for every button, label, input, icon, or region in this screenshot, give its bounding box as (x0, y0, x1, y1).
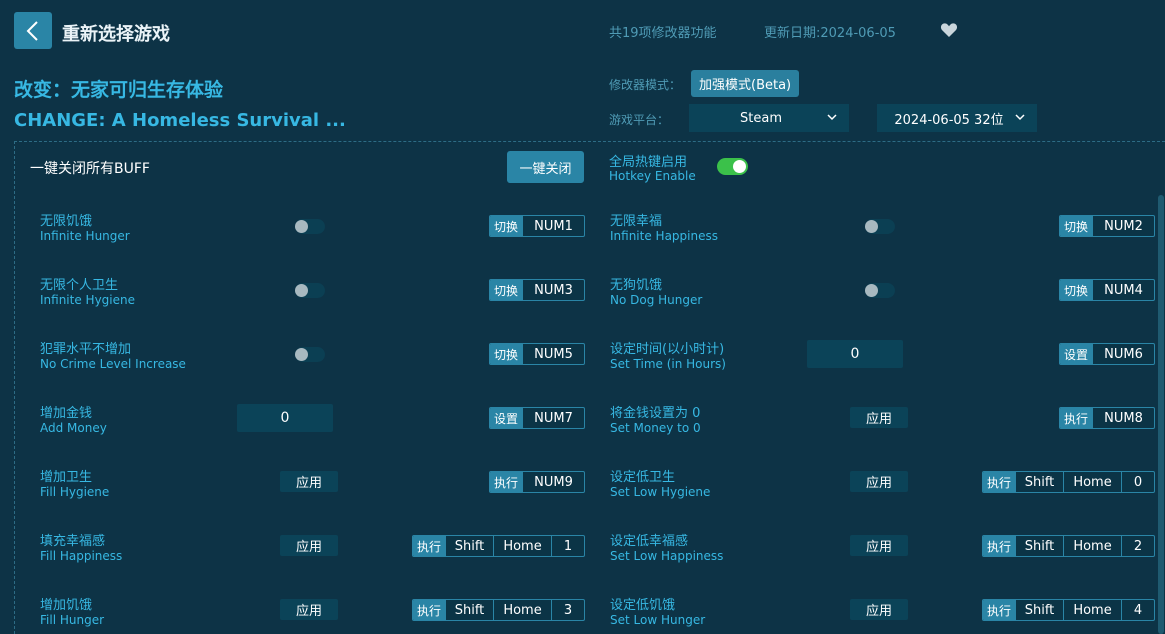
chevron-left-icon (26, 20, 38, 41)
hotkey-enable-label-cn: 全局热键启用 (609, 155, 688, 170)
hotkey-add-money[interactable]: 设置 NUM7 (489, 407, 585, 429)
no-crime-toggle[interactable] (295, 347, 325, 362)
feature-count: 共19项修改器功能 (609, 26, 717, 41)
feature-label-en: Set Money to 0 (610, 421, 701, 435)
infinite-hunger-toggle[interactable] (295, 219, 325, 234)
feature-label-en: No Crime Level Increase (40, 357, 186, 371)
hotkey-set-low-happiness[interactable]: 执行 Shift Home 2 (982, 535, 1155, 557)
page-title: 重新选择游戏 (62, 24, 170, 45)
features-panel (14, 141, 1165, 634)
set-time-input[interactable]: 0 (807, 340, 903, 368)
feature-label-cn: 无限幸福 (610, 214, 663, 229)
platform-value: Steam (740, 110, 782, 126)
feature-label-cn: 无狗饥饿 (610, 278, 663, 293)
scrollbar[interactable] (1158, 195, 1164, 634)
feature-label-en: Add Money (40, 421, 107, 435)
chevron-down-icon (1015, 114, 1025, 121)
disable-all-button[interactable]: 一键关闭 (507, 151, 584, 183)
platform-label: 游戏平台： (609, 113, 670, 127)
hotkey-no-crime[interactable]: 切换 NUM5 (489, 343, 585, 365)
version-select[interactable]: 2024-06-05 32位 (877, 104, 1037, 132)
feature-label-cn: 增加金钱 (40, 406, 93, 421)
add-money-input[interactable]: 0 (237, 404, 333, 432)
feature-label-en: Fill Happiness (40, 549, 123, 563)
hotkey-set-time[interactable]: 设置 NUM6 (1059, 343, 1155, 365)
feature-label-en: Infinite Happiness (610, 229, 718, 243)
hotkey-no-dog-hunger[interactable]: 切换 NUM4 (1059, 279, 1155, 301)
set-low-hunger-apply-button[interactable]: 应用 (850, 599, 908, 620)
set-low-happiness-apply-button[interactable]: 应用 (850, 535, 908, 556)
feature-label-en: Infinite Hygiene (40, 293, 135, 307)
infinite-hygiene-toggle[interactable] (295, 283, 325, 298)
set-low-hygiene-apply-button[interactable]: 应用 (850, 471, 908, 492)
feature-label-en: Set Low Happiness (610, 549, 724, 563)
hotkey-infinite-hygiene[interactable]: 切换 NUM3 (489, 279, 585, 301)
heart-icon[interactable] (940, 21, 958, 39)
feature-label-cn: 增加卫生 (40, 470, 93, 485)
hotkey-set-low-hygiene[interactable]: 执行 Shift Home 0 (982, 471, 1155, 493)
hotkey-infinite-hunger[interactable]: 切换 NUM1 (489, 215, 585, 237)
feature-label-cn: 无限饥饿 (40, 214, 93, 229)
feature-label-cn: 增加饥饿 (40, 598, 93, 613)
feature-label-en: Infinite Hunger (40, 229, 130, 243)
mode-badge[interactable]: 加强模式(Beta) (691, 70, 800, 97)
set-money-zero-apply-button[interactable]: 应用 (850, 407, 908, 428)
back-button[interactable] (14, 12, 52, 49)
feature-label-cn: 设定低卫生 (610, 470, 676, 485)
version-value: 2024-06-05 32位 (894, 112, 1004, 128)
feature-label-en: Fill Hunger (40, 613, 105, 627)
feature-label-cn: 无限个人卫生 (40, 278, 119, 293)
hotkey-set-money-zero[interactable]: 执行 NUM8 (1059, 407, 1155, 429)
feature-label-en: Set Low Hunger (610, 613, 706, 627)
hotkey-set-low-hunger[interactable]: 执行 Shift Home 4 (982, 599, 1155, 621)
no-dog-hunger-toggle[interactable] (865, 283, 895, 298)
game-title-en: CHANGE: A Homeless Survival ... (14, 110, 346, 131)
disable-all-label: 一键关闭所有BUFF (30, 161, 150, 177)
hotkey-enable-toggle[interactable] (717, 158, 748, 175)
hotkey-fill-happiness[interactable]: 执行 Shift Home 1 (412, 535, 585, 557)
update-date: 更新日期:2024-06-05 (764, 26, 896, 41)
feature-label-cn: 犯罪水平不增加 (40, 342, 132, 357)
chevron-down-icon (827, 114, 837, 121)
fill-hunger-apply-button[interactable]: 应用 (280, 599, 338, 620)
feature-label-en: Fill Hygiene (40, 485, 110, 499)
hotkey-enable-label-en: Hotkey Enable (609, 169, 696, 183)
feature-label-en: Set Time (in Hours) (610, 357, 726, 371)
feature-label-cn: 将金钱设置为 0 (610, 406, 701, 421)
feature-label-cn: 设定时间(以小时计) (610, 342, 725, 357)
feature-label-en: No Dog Hunger (610, 293, 703, 307)
fill-happiness-apply-button[interactable]: 应用 (280, 535, 338, 556)
fill-hygiene-apply-button[interactable]: 应用 (280, 471, 338, 492)
mode-label: 修改器模式： (609, 78, 682, 92)
hotkey-fill-hygiene[interactable]: 执行 NUM9 (489, 471, 585, 493)
feature-label-en: Set Low Hygiene (610, 485, 711, 499)
feature-label-cn: 填充幸福感 (40, 534, 106, 549)
infinite-happiness-toggle[interactable] (865, 219, 895, 234)
game-title-cn: 改变：无家可归生存体验 (14, 79, 224, 101)
hotkey-infinite-happiness[interactable]: 切换 NUM2 (1059, 215, 1155, 237)
hotkey-fill-hunger[interactable]: 执行 Shift Home 3 (412, 599, 585, 621)
feature-label-cn: 设定低饥饿 (610, 598, 676, 613)
platform-select[interactable]: Steam (689, 104, 849, 132)
feature-label-cn: 设定低幸福感 (610, 534, 689, 549)
